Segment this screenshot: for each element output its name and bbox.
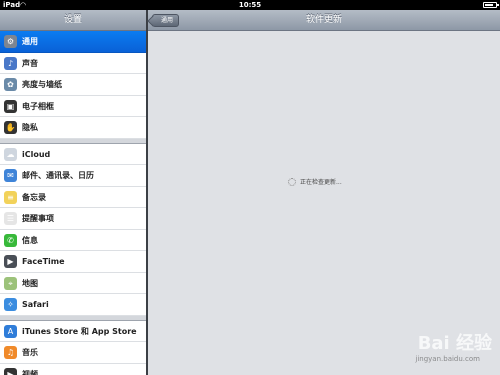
app-store-icon: A: [4, 324, 17, 338]
sidebar-item-label: 备忘录: [22, 192, 46, 202]
video-icon: ▶: [4, 367, 17, 375]
battery-icon: [483, 2, 499, 8]
sidebar-item-label: 地图: [22, 278, 38, 288]
sidebar-item[interactable]: ✿ 亮度与墙纸: [0, 74, 146, 96]
sidebar-item[interactable]: ⚙ 通用: [0, 31, 146, 53]
sidebar-item-label: FaceTime: [22, 257, 65, 266]
sidebar-item-label: iTunes Store 和 App Store: [22, 326, 137, 336]
sidebar-item[interactable]: ✉ 邮件、通讯录、日历: [0, 165, 146, 187]
sidebar-item[interactable]: ⌖ 地图: [0, 272, 146, 294]
sidebar-item-label: 音乐: [22, 348, 38, 357]
watermark: Bai 经验 jingyan.baidu.com: [372, 329, 492, 369]
detail-pane: 通用 软件更新 正在检查更新...: [148, 10, 500, 375]
sidebar-item[interactable]: ✧ Safari: [0, 294, 146, 316]
update-status-text: 正在检查更新...: [300, 179, 342, 186]
sidebar-item-label: 通用: [22, 37, 38, 46]
sidebar-item-label: 邮件、通讯录、日历: [22, 171, 94, 180]
sidebar-item[interactable]: ✋ 隐私: [0, 117, 146, 139]
photo-frame-icon: ▣: [4, 99, 17, 113]
sidebar-item[interactable]: AiTunes Store 和 App Store: [0, 320, 146, 342]
sidebar-item-label: 信息: [22, 235, 38, 245]
mail-icon: ✉: [4, 169, 17, 182]
sidebar-item-label: iCloud: [22, 149, 51, 159]
sidebar-item[interactable]: ▶ FaceTime: [0, 251, 146, 273]
sidebar-item-label: 提醒事项: [22, 214, 54, 223]
facetime-icon: ▶: [4, 255, 17, 268]
maps-icon: ⌖: [4, 276, 17, 290]
sidebar-item[interactable]: ✆ 信息: [0, 229, 146, 251]
sidebar-item-label: 亮度与墙纸: [22, 80, 62, 89]
status-bar: iPad ◠ 10:55: [0, 0, 500, 10]
flower-icon: ✿: [4, 78, 17, 91]
sidebar-item[interactable]: ☰ 提醒事项: [0, 208, 146, 230]
watermark-logo: Bai 经验: [417, 333, 492, 354]
sidebar-item-label: 电子相框: [22, 101, 54, 111]
sidebar-item-label: Safari: [22, 300, 49, 309]
sidebar-item[interactable]: ▣ 电子相框: [0, 95, 146, 117]
sidebar-title: 设置: [0, 10, 146, 31]
watermark-url: jingyan.baidu.com: [415, 355, 480, 363]
reminders-icon: ☰: [4, 212, 17, 225]
speaker-icon: ♪: [4, 56, 17, 70]
sidebar-item-label: 声音: [22, 58, 38, 68]
messages-icon: ✆: [4, 233, 17, 247]
music-icon: ♫: [4, 346, 17, 359]
gear-icon: ⚙: [4, 35, 17, 48]
sidebar-item-label: 隐私: [22, 123, 38, 132]
notes-icon: ≡: [4, 190, 17, 204]
cloud-icon: ☁: [4, 147, 17, 161]
settings-sidebar: 设置 ⚙ 通用 ♪ 声音 ✿ 亮度与墙纸 ▣ 电子相框 ✋ 隐私 ☁ iCloud ✉ 邮件、通讯录、日历…: [0, 10, 146, 375]
sidebar-item[interactable]: ≡ 备忘录: [0, 186, 146, 208]
sidebar-item[interactable]: ☁ iCloud: [0, 143, 146, 165]
safari-icon: ✧: [4, 298, 17, 311]
sidebar-item-label: 视频: [22, 369, 38, 375]
sidebar-item[interactable]: ♫ 音乐: [0, 342, 146, 364]
settings-list: ⚙ 通用 ♪ 声音 ✿ 亮度与墙纸 ▣ 电子相框 ✋ 隐私 ☁ iCloud ✉ 邮件、通讯录、日历 ≡ 备忘…: [0, 31, 146, 375]
hand-icon: ✋: [4, 121, 17, 134]
spinner-icon: [288, 178, 296, 186]
sidebar-item[interactable]: ▶ 视频: [0, 363, 146, 375]
page-title: 软件更新: [305, 15, 342, 25]
sidebar-item[interactable]: ♪ 声音: [0, 52, 146, 74]
clock: 10:55: [238, 1, 262, 9]
update-status: 正在检查更新...: [288, 177, 342, 186]
detail-navbar: 通用 软件更新: [148, 10, 500, 31]
